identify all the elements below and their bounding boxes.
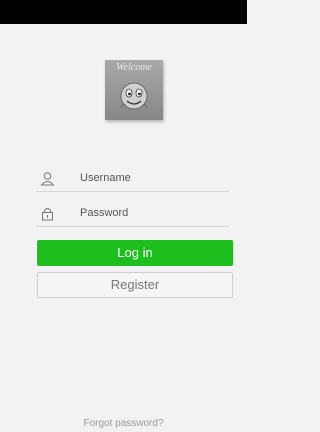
status-bar (0, 0, 247, 24)
password-placeholder: Password (80, 207, 129, 219)
register-button[interactable]: Register (37, 272, 233, 298)
username-placeholder: Username (80, 172, 131, 184)
lock-icon (42, 208, 53, 221)
forgot-password-link[interactable]: Forgot password? (0, 418, 247, 429)
user-icon (40, 172, 55, 186)
username-field[interactable]: Username (36, 167, 229, 192)
password-field[interactable]: Password (36, 202, 229, 227)
login-button[interactable]: Log in (37, 240, 233, 266)
smiley-face-icon (120, 82, 148, 110)
welcome-logo: Welcome (105, 60, 163, 120)
logo-text: Welcome (116, 62, 152, 73)
